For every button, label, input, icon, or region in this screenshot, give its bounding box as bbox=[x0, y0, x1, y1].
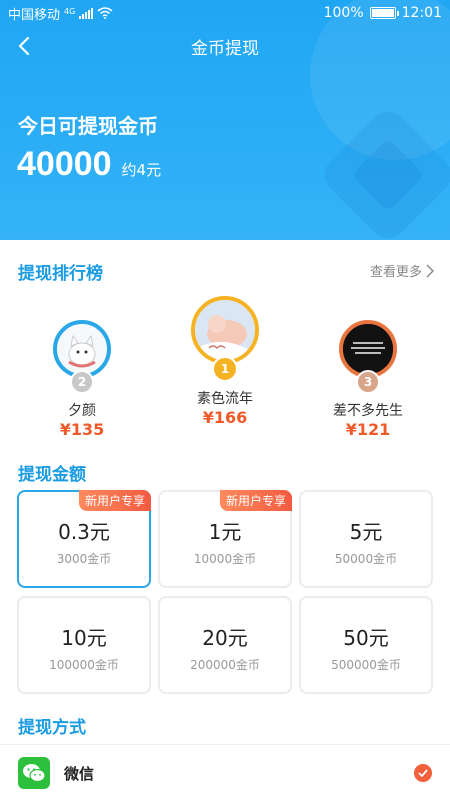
carrier-name: 中国移动 bbox=[8, 7, 61, 23]
text-avatar-icon bbox=[343, 324, 393, 374]
amount-option-5[interactable]: 50元 500000金币 bbox=[299, 596, 433, 694]
amount-option-0[interactable]: 新用户专享 0.3元 3000金币 bbox=[17, 490, 151, 588]
status-bar: 中国移动 4G 100% 12:01 bbox=[0, 0, 450, 26]
chevron-left-icon bbox=[18, 36, 30, 56]
see-more-link[interactable]: 查看更多 bbox=[370, 261, 434, 280]
wechat-label: 微信 bbox=[64, 764, 95, 783]
balance-row: 40000 约4元 bbox=[17, 145, 161, 184]
amount-coins: 500000金币 bbox=[331, 658, 401, 672]
see-more-label: 查看更多 bbox=[369, 265, 422, 280]
clock: 12:01 bbox=[401, 5, 442, 21]
amount-yuan: 0.3元 bbox=[58, 520, 110, 544]
rank-name: 差不多先生 bbox=[333, 403, 403, 419]
baby-avatar-icon bbox=[195, 300, 255, 360]
page-title: 金币提现 bbox=[191, 38, 259, 59]
silver-medal-icon: 2 bbox=[70, 370, 94, 394]
rank-item-1[interactable]: 1 素色流年 ¥166 bbox=[165, 296, 285, 427]
amount-yuan: 50元 bbox=[343, 626, 389, 650]
signal-icon bbox=[79, 7, 94, 19]
amount-option-4[interactable]: 20元 200000金币 bbox=[158, 596, 292, 694]
rank-name: 夕颜 bbox=[68, 403, 96, 419]
rank-number: 1 bbox=[220, 362, 230, 376]
rank-number: 3 bbox=[363, 375, 373, 389]
amount-option-1[interactable]: 新用户专享 1元 10000金币 bbox=[158, 490, 292, 588]
rank-item-3[interactable]: 3 差不多先生 ¥121 bbox=[308, 320, 428, 439]
rank-number: 2 bbox=[77, 375, 87, 389]
check-icon bbox=[414, 764, 432, 782]
rank-item-2[interactable]: 2 夕颜 ¥135 bbox=[22, 320, 142, 439]
amount-yuan: 20元 bbox=[202, 626, 248, 650]
divider bbox=[0, 744, 450, 745]
wechat-method-option[interactable]: 微信 bbox=[0, 746, 450, 800]
rank-name: 素色流年 bbox=[197, 391, 253, 407]
rank-amount: ¥135 bbox=[59, 420, 105, 439]
amount-option-2[interactable]: 5元 50000金币 bbox=[299, 490, 433, 588]
wechat-icon bbox=[18, 757, 50, 789]
ranking-title: 提现排行榜 bbox=[18, 264, 103, 284]
amount-yuan: 5元 bbox=[349, 520, 383, 544]
network-type: 4G bbox=[64, 6, 76, 16]
balance-approx: 约4元 bbox=[121, 161, 162, 179]
battery-icon bbox=[369, 7, 399, 19]
method-title: 提现方式 bbox=[18, 718, 86, 738]
new-user-badge: 新用户专享 bbox=[78, 490, 151, 511]
amount-coins: 50000金币 bbox=[334, 552, 398, 566]
avatar bbox=[191, 296, 259, 364]
balance-label: 今日可提现金币 bbox=[18, 114, 158, 138]
amount-coins: 200000金币 bbox=[190, 658, 260, 672]
balance-value: 40000 bbox=[17, 145, 112, 183]
nav-bar: 金币提现 bbox=[0, 26, 450, 66]
amount-yuan: 10元 bbox=[61, 626, 107, 650]
rank-amount: ¥166 bbox=[202, 408, 248, 427]
rank-amount: ¥121 bbox=[345, 420, 391, 439]
back-button[interactable] bbox=[10, 32, 38, 60]
gold-medal-icon: 1 bbox=[212, 356, 238, 382]
amount-option-3[interactable]: 10元 100000金币 bbox=[17, 596, 151, 694]
bronze-medal-icon: 3 bbox=[356, 370, 380, 394]
amount-coins: 100000金币 bbox=[49, 658, 119, 672]
cat-avatar-icon bbox=[57, 324, 107, 374]
amount-yuan: 1元 bbox=[208, 520, 242, 544]
amount-title: 提现金额 bbox=[18, 465, 86, 485]
battery-percent: 100% bbox=[323, 5, 364, 21]
amount-coins: 10000金币 bbox=[193, 552, 257, 566]
chevron-right-icon bbox=[426, 263, 434, 278]
amount-coins: 3000金币 bbox=[56, 552, 112, 566]
new-user-badge: 新用户专享 bbox=[219, 490, 292, 511]
wifi-icon bbox=[97, 7, 113, 19]
